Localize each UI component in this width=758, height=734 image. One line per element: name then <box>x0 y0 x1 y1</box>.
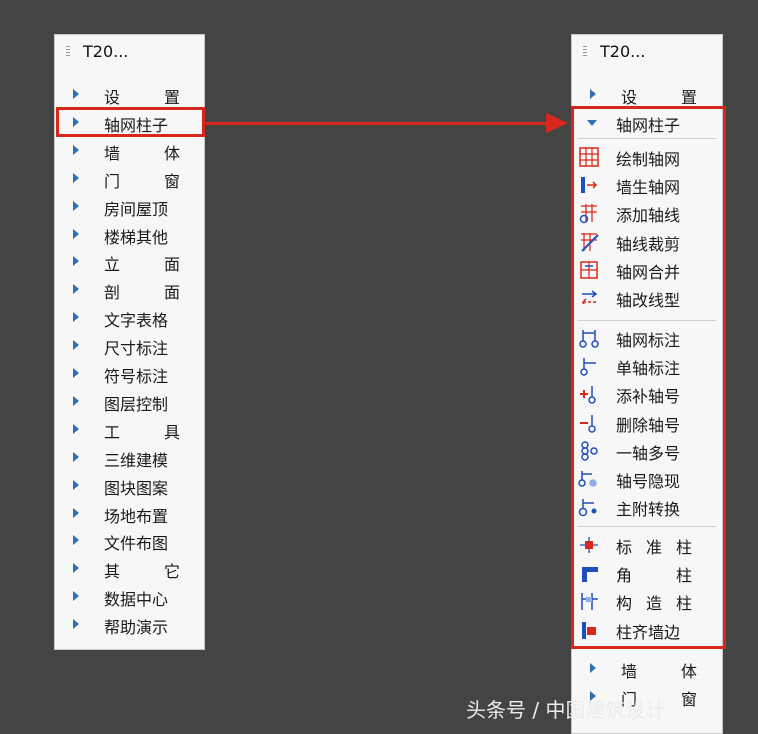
palette-menu-item[interactable]: 帮助演示 <box>55 611 204 638</box>
expand-triangle-icon[interactable] <box>73 619 79 630</box>
palette-menu-item[interactable]: 符号标注 <box>55 360 204 387</box>
grip-icon[interactable] <box>583 46 587 57</box>
right-highlight-box <box>571 106 726 649</box>
expand-triangle-icon[interactable] <box>73 256 79 267</box>
palette-menu-item[interactable]: 图块图案 <box>55 472 204 499</box>
menu-item-label-part: 它 <box>163 562 180 582</box>
menu-item-label: 文字表格 <box>104 311 169 331</box>
menu-item-label-part: 墙 <box>104 143 121 163</box>
expand-triangle-icon[interactable] <box>73 395 79 406</box>
palette-menu-item[interactable]: 门窗 <box>55 165 204 192</box>
palette-menu-item[interactable]: 文件布图 <box>55 527 204 554</box>
grip-icon[interactable] <box>66 46 70 57</box>
menu-item-label-part: 其 <box>104 562 121 582</box>
left-highlight-box <box>56 107 205 137</box>
expand-triangle-icon[interactable] <box>73 312 79 323</box>
expand-triangle-icon[interactable] <box>73 535 79 546</box>
expand-triangle-icon[interactable] <box>73 507 79 518</box>
menu-item-label: 楼梯其他 <box>104 227 169 247</box>
menu-item-label-part: 置 <box>163 88 180 107</box>
right-palette-titlebar[interactable]: T20... <box>572 35 722 68</box>
watermark: 头条号 / 中国建筑设计 <box>466 698 666 722</box>
palette-menu-item[interactable]: 数据中心 <box>55 583 204 610</box>
menu-item-label-part: 工 <box>104 422 121 442</box>
palette-menu-item[interactable]: 尺寸标注 <box>55 332 204 359</box>
left-palette-titlebar[interactable]: T20... <box>55 35 204 68</box>
right-palette-title: T20... <box>600 42 646 61</box>
menu-item-label: 图层控制 <box>104 394 169 414</box>
expand-triangle-icon[interactable] <box>73 451 79 462</box>
menu-item-label-part: 门 <box>104 171 121 191</box>
palette-menu-item[interactable]: 立面 <box>55 248 204 275</box>
expand-triangle-icon[interactable] <box>73 89 79 99</box>
expand-triangle-icon[interactable] <box>73 340 79 351</box>
menu-item-label-part: 窗 <box>680 690 697 709</box>
expand-triangle-icon[interactable] <box>73 423 79 434</box>
palette-menu-item[interactable]: 设置 <box>572 81 722 108</box>
menu-item-label-part: 体 <box>680 662 697 681</box>
menu-item-label: 尺寸标注 <box>104 339 169 359</box>
palette-menu-item[interactable]: 墙体 <box>572 655 722 682</box>
left-palette-title: T20... <box>83 42 129 61</box>
menu-item-label-part: 设 <box>621 88 638 107</box>
expand-triangle-icon[interactable] <box>73 479 79 490</box>
highlight-arrow-head-icon <box>546 113 568 133</box>
menu-item-label-part: 面 <box>163 283 180 303</box>
menu-item-label-part: 立 <box>104 255 121 275</box>
menu-item-label: 数据中心 <box>104 590 169 610</box>
expand-triangle-icon[interactable] <box>590 89 596 99</box>
menu-item-label-part: 墙 <box>621 662 638 681</box>
menu-item-label: 图块图案 <box>104 478 169 498</box>
menu-item-label: 场地布置 <box>104 506 169 526</box>
menu-item-label-part: 体 <box>163 143 180 163</box>
menu-item-label: 三维建模 <box>104 450 169 470</box>
palette-menu-item[interactable]: 文字表格 <box>55 304 204 331</box>
menu-item-label: 文件布图 <box>104 534 169 554</box>
expand-triangle-icon[interactable] <box>73 563 79 574</box>
expand-triangle-icon[interactable] <box>73 144 79 155</box>
expand-triangle-icon[interactable] <box>73 200 79 211</box>
palette-menu-item[interactable]: 三维建模 <box>55 444 204 471</box>
highlight-arrow-line <box>205 122 550 125</box>
menu-item-label: 房间屋顶 <box>104 199 169 219</box>
expand-triangle-icon[interactable] <box>73 172 79 183</box>
menu-item-label-part: 置 <box>680 88 697 107</box>
palette-menu-item[interactable]: 图层控制 <box>55 388 204 415</box>
palette-menu-item[interactable]: 楼梯其他 <box>55 221 204 248</box>
expand-triangle-icon[interactable] <box>73 228 79 239</box>
menu-item-label-part: 具 <box>163 422 180 442</box>
palette-menu-item[interactable]: 工具 <box>55 416 204 443</box>
palette-menu-item[interactable]: 房间屋顶 <box>55 193 204 220</box>
expand-triangle-icon[interactable] <box>590 663 596 673</box>
menu-item-label-part: 设 <box>104 88 121 107</box>
expand-triangle-icon[interactable] <box>73 368 79 378</box>
palette-menu-item[interactable]: 其它 <box>55 555 204 582</box>
menu-item-label-part: 剖 <box>104 283 121 303</box>
expand-triangle-icon[interactable] <box>73 284 79 295</box>
palette-menu-item[interactable]: 设置 <box>55 81 204 108</box>
palette-menu-item[interactable]: 场地布置 <box>55 500 204 527</box>
menu-item-label-part: 窗 <box>163 171 180 191</box>
menu-item-label: 帮助演示 <box>104 618 169 638</box>
menu-item-label-part: 面 <box>163 255 180 275</box>
palette-menu-item[interactable]: 墙体 <box>55 137 204 164</box>
palette-menu-item[interactable]: 剖面 <box>55 276 204 303</box>
menu-item-label: 符号标注 <box>104 367 169 386</box>
expand-triangle-icon[interactable] <box>73 591 79 602</box>
